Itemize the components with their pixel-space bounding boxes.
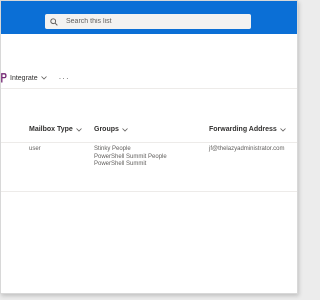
command-bar: Integrate ···	[1, 71, 297, 85]
row-divider	[1, 191, 297, 192]
column-header-row: Mailbox Type Groups Forwarding Address	[1, 126, 297, 140]
command-bar-divider	[1, 88, 297, 89]
search-icon	[50, 14, 64, 29]
column-header-mailbox-type[interactable]: Mailbox Type	[29, 126, 82, 133]
column-header-label: Groups	[94, 126, 119, 133]
header-divider	[1, 142, 297, 143]
search-input[interactable]	[64, 15, 236, 28]
sharepoint-list-window: Integrate ··· Mailbox Type Groups Forwar…	[0, 0, 298, 294]
group-item: PowerShell Summit People	[94, 153, 167, 160]
power-apps-icon	[1, 73, 7, 83]
cell-mailbox-type: user	[29, 146, 41, 152]
chevron-down-icon	[280, 127, 286, 132]
column-header-label: Forwarding Address	[209, 126, 277, 133]
cell-forwarding-address: jf@thelazyadministrator.com	[209, 146, 285, 152]
group-item: Stinky People	[94, 146, 131, 152]
cell-groups: Stinky People PowerShell Summit People P…	[94, 146, 167, 169]
chevron-down-icon	[122, 127, 128, 132]
integrate-button[interactable]: Integrate	[1, 73, 47, 83]
search-box[interactable]	[45, 14, 251, 29]
chevron-down-icon	[76, 127, 82, 132]
more-options-button[interactable]: ···	[59, 74, 70, 83]
column-header-label: Mailbox Type	[29, 126, 73, 133]
column-header-forwarding-address[interactable]: Forwarding Address	[209, 126, 286, 133]
group-item: PowerShell Summit	[94, 161, 147, 168]
table-row[interactable]: user Stinky People PowerShell Summit Peo…	[1, 146, 297, 176]
chevron-down-icon	[40, 76, 47, 80]
integrate-label: Integrate	[10, 74, 38, 82]
suite-header-bar	[1, 1, 297, 34]
column-header-groups[interactable]: Groups	[94, 126, 128, 133]
